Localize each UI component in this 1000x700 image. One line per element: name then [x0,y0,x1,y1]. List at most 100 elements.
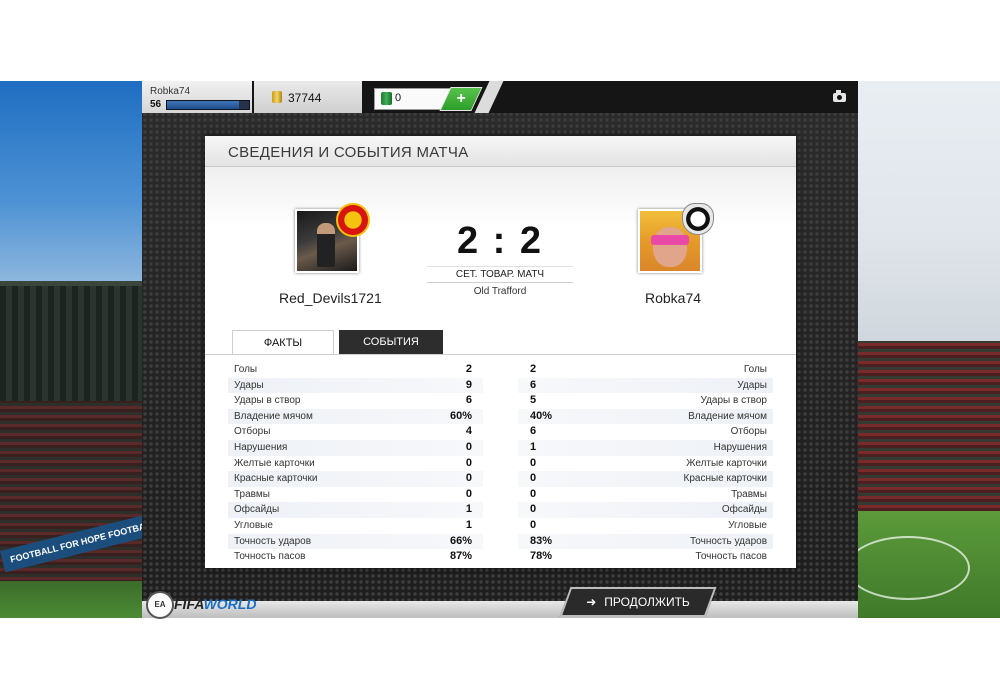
stat-label-away: Офсайды [721,504,767,516]
pitch-left [0,581,145,618]
points-value: 0 [395,92,402,104]
stat-value-home: 0 [465,440,472,453]
ea-sports-logo: EA [146,591,174,619]
stat-value-home: 1 [465,503,472,516]
top-bar: Robka74 56 37744 0 + [142,81,858,113]
stat-value-home: 2 [465,363,472,375]
match-score: 2 : 2 [456,220,544,262]
away-team-name: Robka74 [645,290,702,306]
stat-label-away: Желтые карточки [686,457,767,469]
stat-row: Отборы 4 6 Отборы [228,424,773,440]
stat-value-home: 9 [465,378,472,391]
stat-label-home: Офсайды [234,504,280,516]
stands-left [0,401,145,601]
game-window: Robka74 56 37744 0 + СВЕДЕНИЯ И СОБЫТИЯ … [142,81,858,619]
stat-value-away: 1 [530,440,537,453]
username: Robka74 [150,86,191,97]
stat-value-away: 40% [530,409,553,422]
stat-row: Точность пасов 87% 78% Точность пасов [228,549,773,565]
stat-row: Удары в створ 6 5 Удары в створ [228,393,773,409]
continue-button[interactable]: ➜ ПРОДОЛЖИТЬ [559,587,717,617]
stat-value-away: 6 [530,378,537,391]
stat-label-home: Удары в створ [234,395,301,407]
stat-label-home: Точность ударов [234,535,312,547]
xp-bar-fill [167,101,240,109]
stat-row: Травмы 0 0 Травмы [228,487,773,503]
stat-value-away: 0 [530,472,537,485]
user-info[interactable]: Robka74 56 [142,81,252,113]
stat-row: Красные карточки 0 0 Красные карточки [228,471,773,487]
stat-row: Точность ударов 66% 83% Точность ударов [228,533,773,550]
stat-label-home: Отборы [234,426,271,438]
stat-label-home: Голы [234,364,258,375]
stat-value-away: 0 [530,503,537,516]
sky-right [855,81,1000,341]
stats-table: Голы 2 2 Голы Удары 9 6 Удары Удары в створ 6 5 Уда… [228,362,773,565]
stat-label-away: Удары в створ [700,395,768,407]
stat-value-away: 0 [530,518,537,531]
camera-icon[interactable] [833,90,846,102]
stat-value-away: 83% [530,534,553,547]
stat-label-away: Красные карточки [683,473,767,485]
stat-value-home: 4 [465,425,472,438]
stat-value-home: 60% [449,409,472,422]
venue: Old Trafford [473,286,527,297]
coin-icon [272,91,282,103]
fifa-logo-text: FIFAWORLD [174,596,257,612]
points-icon [381,92,392,105]
fifa-world-logo: EA FIFAWORLD [146,591,258,619]
stat-value-home: 0 [465,456,472,469]
stat-row: Голы 2 2 Голы [228,362,773,378]
tab-events[interactable]: СОБЫТИЯ [339,330,443,354]
stat-label-home: Владение мячом [234,410,313,422]
continue-label: ПРОДОЛЖИТЬ [604,595,690,609]
stat-value-home: 0 [465,487,472,500]
sky-left [0,81,145,281]
stat-label-away: Нарушения [713,441,767,453]
stadium-roof [0,286,145,406]
stat-value-home: 1 [465,518,472,531]
stat-row: Нарушения 0 1 Нарушения [228,439,773,456]
match-details-panel: СВЕДЕНИЯ И СОБЫТИЯ МАТЧА Red_Devils1721 … [205,136,796,568]
stat-row: Офсайды 1 0 Офсайды [228,502,773,518]
panel-title: СВЕДЕНИЯ И СОБЫТИЯ МАТЧА [228,144,469,161]
stat-value-home: 66% [449,534,472,547]
points-display: 0 [374,88,451,110]
stat-label-away: Точность пасов [695,551,768,563]
stat-label-away: Точность ударов [689,535,767,547]
stat-value-away: 6 [530,425,537,438]
stat-label-home: Точность пасов [234,551,306,563]
tab-facts[interactable]: ФАКТЫ [232,330,334,355]
stat-label-home: Нарушения [234,441,288,453]
stat-label-away: Удары [737,379,767,391]
stat-value-away: 78% [530,550,553,563]
stat-value-away: 2 [530,363,537,375]
plus-icon: + [456,90,466,107]
topbar-divider [474,81,504,113]
stat-label-away: Отборы [730,426,767,438]
stat-label-away: Голы [743,364,767,375]
home-club-crest-icon [336,203,370,237]
level-number: 56 [150,99,162,110]
match-type: СЕТ. ТОВАР. МАТЧ [427,266,573,283]
arrow-right-icon: ➜ [586,595,597,609]
stat-value-away: 0 [530,456,537,469]
stat-row: Угловые 1 0 Угловые [228,518,773,534]
stands-right [855,341,1000,511]
tab-divider [205,354,796,355]
stat-label-home: Угловые [234,519,273,531]
xp-bar [166,100,250,110]
stat-row: Удары 9 6 Удары [228,377,773,394]
away-club-crest-icon [682,203,714,235]
coins-display: 37744 [254,81,362,113]
stat-value-home: 0 [465,472,472,485]
stat-label-away: Травмы [731,488,767,500]
stat-value-home: 87% [449,550,472,563]
home-team-name: Red_Devils1721 [279,290,382,306]
stat-label-away: Угловые [728,519,767,531]
stat-value-away: 5 [530,394,537,407]
stat-label-home: Желтые карточки [234,457,315,469]
stat-label-away: Владение мячом [688,410,767,422]
pitch-marking [846,536,970,600]
panel-header: СВЕДЕНИЯ И СОБЫТИЯ МАТЧА [205,136,796,167]
